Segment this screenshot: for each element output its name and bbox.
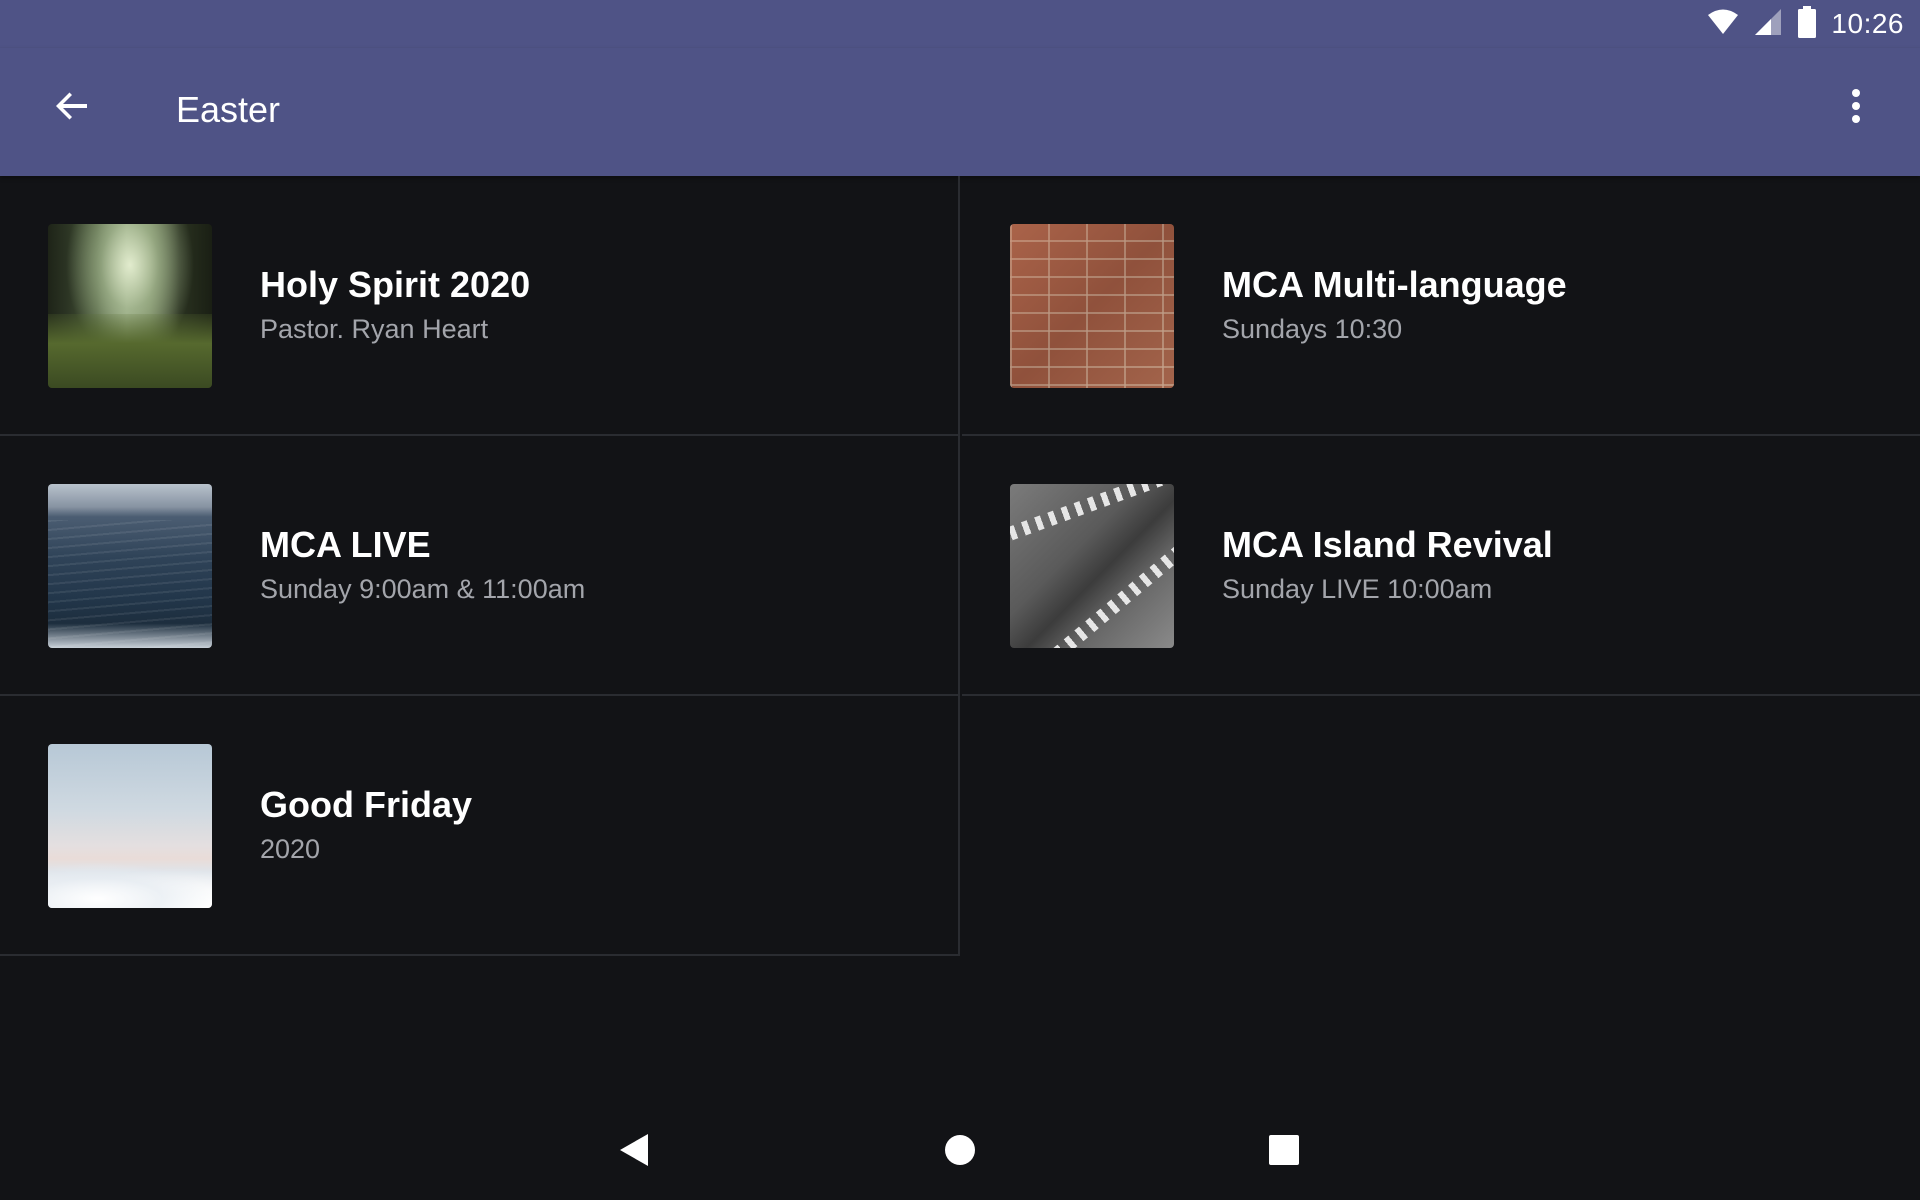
app-bar: Easter [0,48,1920,176]
screen: 10:26 Easter Holy Spirit 2020 Pastor. Ry… [0,0,1920,1200]
series-subtitle: Sunday 9:00am & 11:00am [260,574,586,604]
series-item-good-friday[interactable]: Good Friday 2020 [0,696,960,956]
status-time: 10:26 [1831,8,1904,39]
brick-wall-image [1010,224,1174,388]
system-nav-bar [0,1104,1920,1200]
more-options-button[interactable] [1824,76,1888,140]
series-item-mca-multi-language[interactable]: MCA Multi-language Sundays 10:30 [962,176,1920,436]
series-title: Holy Spirit 2020 [260,264,531,305]
wifi-icon [1707,8,1739,41]
more-vert-icon [1850,88,1862,129]
arrow-back-icon [54,88,90,129]
series-title: Good Friday [260,784,473,825]
series-grid: Holy Spirit 2020 Pastor. Ryan Heart MCA … [0,176,1920,956]
series-subtitle: Sundays 10:30 [1222,314,1403,344]
nav-recents-button[interactable] [1260,1128,1308,1176]
nav-back-button[interactable] [610,1128,658,1176]
series-item-mca-island-revival[interactable]: MCA Island Revival Sunday LIVE 10:00am [962,436,1920,696]
ocean-image [48,484,212,648]
page-title: Easter [176,89,281,130]
nav-back-icon [618,1132,650,1173]
status-icons: 10:26 [1707,5,1904,43]
series-subtitle: Sunday LIVE 10:00am [1222,574,1493,604]
clouds-image [48,744,212,908]
divider [0,954,958,956]
series-subtitle: Pastor. Ryan Heart [260,314,489,344]
divider [962,694,1920,696]
series-title: MCA Island Revival [1222,524,1553,565]
series-title: MCA LIVE [260,524,431,565]
series-subtitle: 2020 [260,834,321,864]
series-title: MCA Multi-language [1222,264,1567,305]
status-bar: 10:26 [0,0,1920,48]
series-item-holy-spirit-2020[interactable]: Holy Spirit 2020 Pastor. Ryan Heart [0,176,960,436]
forest-image [48,224,212,388]
signal-icon [1753,7,1783,42]
nav-home-button[interactable] [936,1128,984,1176]
series-item-mca-live[interactable]: MCA LIVE Sunday 9:00am & 11:00am [0,436,960,696]
back-button[interactable] [40,76,104,140]
battery-icon [1797,5,1817,43]
road-image [1010,484,1174,648]
nav-home-icon [944,1134,976,1171]
nav-recents-icon [1268,1134,1300,1171]
